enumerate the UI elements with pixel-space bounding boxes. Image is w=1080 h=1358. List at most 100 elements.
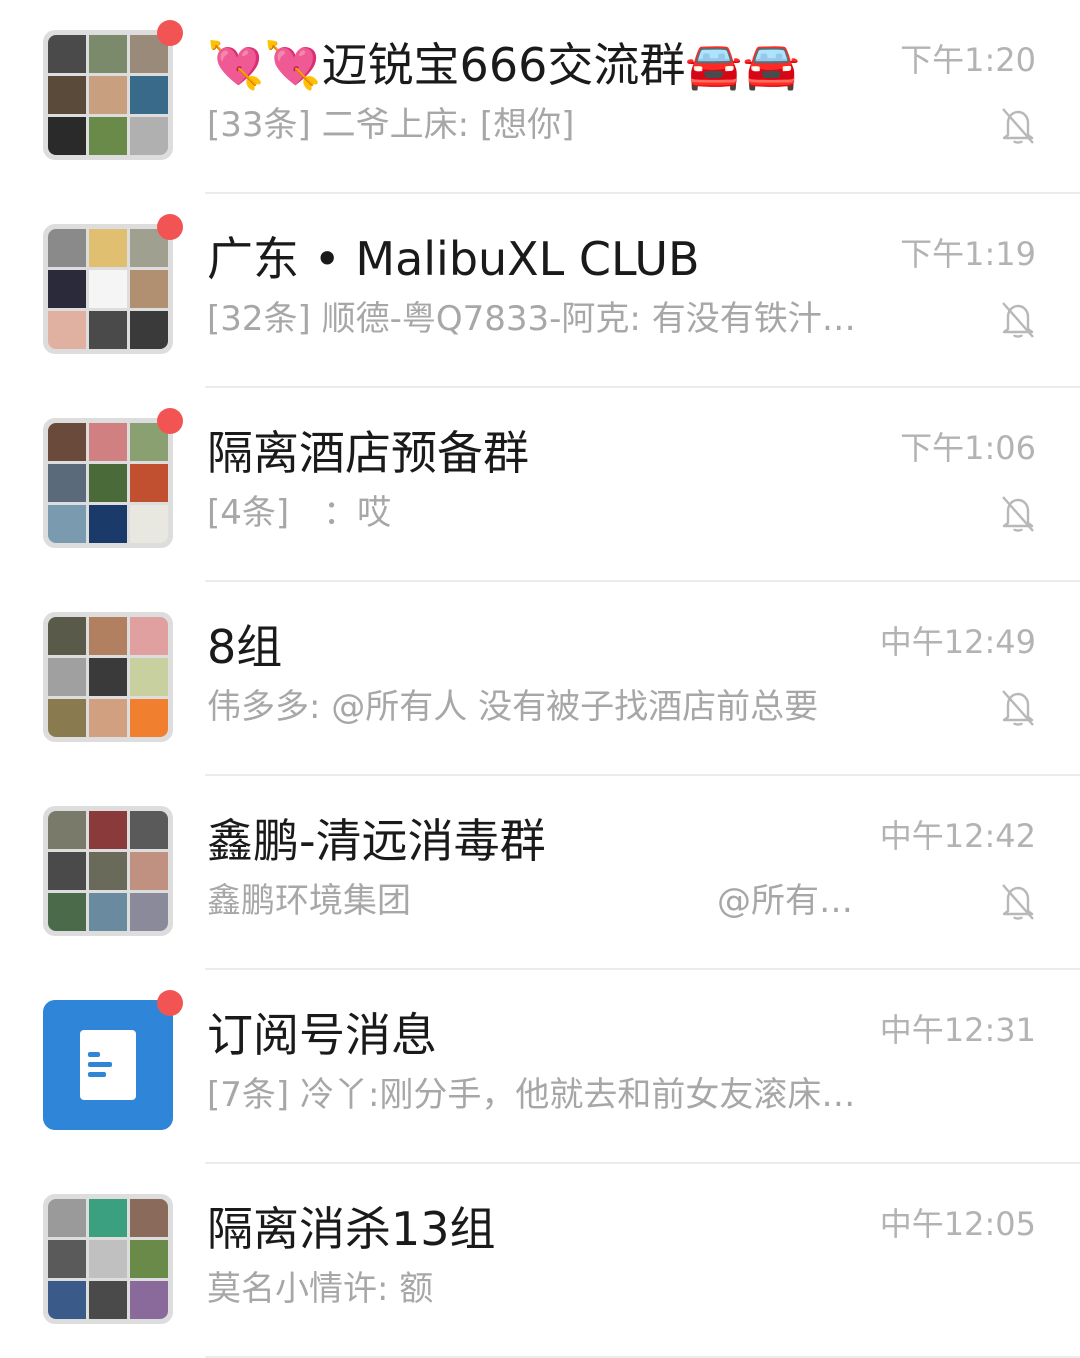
avatar-grid: [48, 1199, 168, 1319]
member-avatar: [48, 76, 86, 114]
member-avatar: [130, 117, 168, 155]
avatar-grid: [48, 811, 168, 931]
group-avatar[interactable]: [43, 612, 173, 742]
muted-bell-icon: [1002, 690, 1034, 726]
muted-bell-icon: [1002, 302, 1034, 338]
avatar-grid: [48, 423, 168, 543]
member-avatar: [48, 1199, 86, 1237]
member-avatar: [89, 617, 127, 655]
member-avatar: [89, 423, 127, 461]
avatar-grid: [48, 229, 168, 349]
chat-time: 下午1:19: [900, 235, 1036, 273]
chat-preview: 伟多多: @所有人 没有被子找酒店前总要: [207, 687, 819, 727]
member-avatar: [89, 464, 127, 502]
chat-time: 下午1:20: [900, 41, 1036, 79]
member-avatar: [130, 699, 168, 737]
muted-bell-icon: [1002, 884, 1034, 920]
chat-name: 广东 • MalibuXL CLUB: [207, 232, 700, 286]
unread-dot: [157, 214, 183, 240]
document-icon: [80, 1030, 136, 1100]
member-avatar: [130, 76, 168, 114]
member-avatar: [130, 852, 168, 890]
chat-name: 订阅号消息: [207, 1008, 437, 1062]
muted-bell-icon: [1002, 108, 1034, 144]
chat-name: 💘💘迈锐宝666交流群🚘🚘: [207, 38, 800, 92]
member-avatar: [89, 1281, 127, 1319]
document-line-first: [88, 1052, 100, 1057]
chat-name: 8组: [207, 620, 283, 674]
chat-time: 中午12:42: [879, 817, 1036, 855]
chat-preview: 鑫鹏环境集团 @所有…: [207, 881, 853, 921]
member-avatar: [89, 505, 127, 543]
chat-row[interactable]: 订阅号消息 [7条] 冷丫:刚分手，他就去和前女友滚床… 中午12:31: [0, 970, 1080, 1164]
avatar-grid: [48, 35, 168, 155]
unread-dot: [157, 408, 183, 434]
member-avatar: [89, 311, 127, 349]
member-avatar: [48, 617, 86, 655]
member-avatar: [89, 229, 127, 267]
chat-name: 鑫鹏-清远消毒群: [207, 814, 546, 868]
chat-row[interactable]: 鑫鹏-清远消毒群鑫鹏环境集团 @所有… 中午12:42: [0, 776, 1080, 970]
member-avatar: [48, 464, 86, 502]
member-avatar: [89, 117, 127, 155]
member-avatar: [48, 1281, 86, 1319]
member-avatar: [48, 423, 86, 461]
group-avatar[interactable]: [43, 806, 173, 936]
member-avatar: [130, 1199, 168, 1237]
unread-dot: [157, 990, 183, 1016]
member-avatar: [89, 76, 127, 114]
member-avatar: [89, 658, 127, 696]
chat-row[interactable]: 隔离酒店预备群 [4条] ：哎 下午1:06: [0, 388, 1080, 582]
member-avatar: [89, 35, 127, 73]
chat-preview: [33条] 二爷上床: [想你]: [207, 105, 575, 145]
member-avatar: [48, 893, 86, 931]
member-avatar: [89, 270, 127, 308]
group-avatar[interactable]: [43, 20, 183, 160]
chat-preview: [7条] 冷丫:刚分手，他就去和前女友滚床…: [207, 1075, 856, 1115]
chat-time: 中午12:05: [879, 1205, 1036, 1243]
member-avatar: [130, 893, 168, 931]
member-avatar: [48, 505, 86, 543]
chat-row[interactable]: 广东 • MalibuXL CLUB [32条] 顺德-粤Q7833-阿克: 有没…: [0, 194, 1080, 388]
unread-dot: [157, 20, 183, 46]
chat-preview: 莫名小情许: 额: [207, 1269, 434, 1309]
chat-preview: [4条] ：哎: [207, 493, 392, 533]
member-avatar: [89, 1199, 127, 1237]
avatar-grid: [48, 617, 168, 737]
member-avatar: [130, 1281, 168, 1319]
member-avatar: [48, 699, 86, 737]
chat-name: 隔离消杀13组: [207, 1202, 496, 1256]
member-avatar: [130, 617, 168, 655]
member-avatar: [130, 311, 168, 349]
document-line-second: [88, 1062, 112, 1067]
chat-time: 中午12:31: [879, 1011, 1036, 1049]
subscription-avatar[interactable]: [43, 990, 183, 1130]
chat-row[interactable]: 💘💘迈锐宝666交流群🚘🚘 [33条] 二爷上床: [想你] 下午1:20: [0, 0, 1080, 194]
chat-preview: [32条] 顺德-粤Q7833-阿克: 有没有铁汁…: [207, 299, 856, 339]
member-avatar: [48, 229, 86, 267]
chat-name: 隔离酒店预备群: [207, 426, 529, 480]
member-avatar: [89, 852, 127, 890]
group-avatar[interactable]: [43, 408, 183, 548]
member-avatar: [48, 811, 86, 849]
member-avatar: [130, 1240, 168, 1278]
muted-bell-icon: [1002, 496, 1034, 532]
chat-row[interactable]: 隔离消杀13组莫名小情许: 额 中午12:05: [0, 1164, 1080, 1358]
member-avatar: [48, 311, 86, 349]
group-avatar[interactable]: [43, 214, 183, 354]
member-avatar: [48, 270, 86, 308]
member-avatar: [130, 505, 168, 543]
member-avatar: [130, 270, 168, 308]
document-line-third: [88, 1072, 106, 1077]
member-avatar: [48, 117, 86, 155]
group-avatar[interactable]: [43, 1194, 173, 1324]
chat-time: 中午12:49: [879, 623, 1036, 661]
chat-row[interactable]: 8组伟多多: @所有人 没有被子找酒店前总要 中午12:49: [0, 582, 1080, 776]
member-avatar: [89, 893, 127, 931]
member-avatar: [89, 699, 127, 737]
member-avatar: [130, 658, 168, 696]
chat-list: 💘💘迈锐宝666交流群🚘🚘 [33条] 二爷上床: [想你] 下午1:20 广东 • …: [0, 0, 1080, 1358]
member-avatar: [130, 464, 168, 502]
member-avatar: [89, 811, 127, 849]
member-avatar: [48, 35, 86, 73]
